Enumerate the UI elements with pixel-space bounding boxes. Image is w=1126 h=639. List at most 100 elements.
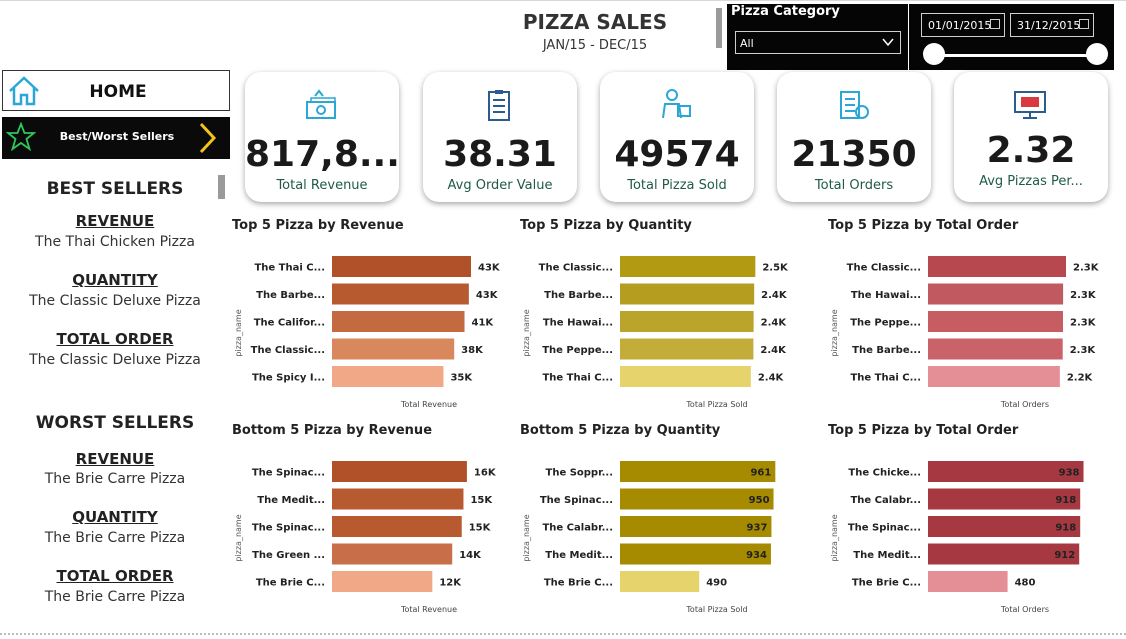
data-label: 938 [1059,468,1080,479]
y-axis-title: pizza_name [234,514,243,561]
category-label: The Barbe... [544,290,613,301]
calendar-icon[interactable] [990,19,1000,29]
chart-bottom5-revenue: pizza_name The Spinac... 16K The Medit... 15… [232,423,522,623]
kpi-value: 49574 [614,134,740,175]
chart-bottom5-quantity: pizza_name The Soppr... 961 The Spinac... 95… [520,423,810,623]
x-axis-title: Total Revenue [400,605,457,614]
data-label: 950 [749,495,770,506]
home-button-label: HOME [89,82,147,102]
category-label: The Brie C... [852,578,921,589]
bar [928,338,1063,360]
y-axis-title: pizza_name [522,309,531,356]
bar [332,543,453,565]
data-label: 480 [1015,578,1036,589]
bar-chart-svg: pizza_name The Spinac... 16K The Medit... 15… [234,461,497,614]
calendar-icon[interactable] [1079,19,1089,29]
kpi-label: Total Pizza Sold [627,178,727,193]
bar [332,571,433,592]
bar [620,311,754,332]
bar [332,283,469,305]
worst-total-order-value: The Brie Carre Pizza [44,589,186,605]
worst-quantity-label: QUANTITY [72,508,158,526]
end-date-value: 31/12/2015 [1017,19,1081,32]
data-label: 912 [1054,550,1075,561]
data-label: 41K [472,318,495,329]
page-subtitle: JAN/15 - DEC/15 [542,38,648,53]
kpi-value: 21350 [791,134,917,175]
category-label: The Barbe... [256,290,325,301]
category-label: The Spinac... [848,523,921,534]
category-label: The Peppe... [850,318,921,329]
order-list-icon [840,91,869,119]
category-label: The Calabr... [850,495,921,506]
bar [928,571,1008,592]
category-label: The Classic... [251,345,325,356]
x-axis-title: Total Orders [1000,605,1049,614]
best-revenue-label: REVENUE [75,212,155,230]
category-label: The Barbe... [852,345,921,356]
kpi-card-total-orders: 21350 Total Orders [777,72,931,202]
best-total-order-value: The Classic Deluxe Pizza [29,352,201,368]
data-label: 918 [1055,495,1076,506]
data-label: 14K [459,550,482,561]
category-label: The Calabr... [542,523,613,534]
end-date-input[interactable]: 31/12/2015 [1010,13,1094,37]
bar-chart-svg: pizza_name The Soppr... 961 The Spinac... 95… [522,461,776,614]
category-label: The Hawai... [543,318,613,329]
x-axis-title: Total Revenue [400,400,457,409]
date-slider-start-handle[interactable] [923,43,945,65]
category-label: The Peppe... [542,345,613,356]
date-slider-end-handle[interactable] [1086,43,1108,65]
chart-title: Top 5 Pizza by Quantity [520,218,692,233]
x-axis-title: Total Pizza Sold [685,400,747,409]
bar [928,311,1063,332]
clipboard-icon [488,90,510,121]
title-scrollbar[interactable] [716,8,722,48]
bar [620,283,755,305]
worst-revenue-value: The Brie Carre Pizza [44,471,186,487]
category-filter-label: Pizza Category [731,4,840,19]
bar [332,311,465,332]
data-label: 937 [747,523,768,534]
bar [928,256,1067,277]
data-label: 2.4K [760,345,787,356]
home-button[interactable]: HOME [2,70,230,111]
x-axis-title: Total Orders [1000,400,1049,409]
chart-bottom5-total-order: pizza_name The Chicke... 938 The Calabr... 9… [828,423,1118,623]
category-label: The Brie C... [544,578,613,589]
chart-title: Top 5 Pizza by Total Order [828,423,1019,438]
kpi-label: Avg Order Value [447,178,553,193]
category-label: The Califor... [254,318,325,329]
delivery-icon [662,89,691,119]
y-axis-title: pizza_name [830,514,839,561]
worst-revenue-label: REVENUE [75,450,155,468]
bar-chart-svg: pizza_name The Chicke... 938 The Calabr... 9… [830,461,1084,614]
page-title: PIZZA SALES [522,10,668,34]
bar-chart-svg: pizza_name The Classic... 2.3K The Hawai...… [830,256,1100,409]
start-date-input[interactable]: 01/01/2015 [921,13,1005,37]
kpi-label: Avg Pizzas Per... [979,174,1083,189]
category-label: The Spicy I... [252,373,325,384]
category-label: The Green ... [252,550,325,561]
category-filter-panel: Pizza Category All [727,4,908,70]
bar-chart-svg: pizza_name The Classic... 2.5K The Barbe...… [522,256,789,409]
kpi-card-total-pizza-sold: 49574 Total Pizza Sold [600,72,754,202]
category-dropdown-value: All [740,37,754,50]
data-label: 2.3K [1070,345,1097,356]
category-label: The Spinac... [252,468,325,479]
chart-title: Bottom 5 Pizza by Revenue [232,423,433,438]
category-label: The Classic... [847,263,921,274]
data-label: 12K [439,578,462,589]
category-label: The Chicke... [848,468,921,479]
x-axis-title: Total Pizza Sold [685,605,747,614]
bar [332,256,471,277]
category-dropdown[interactable]: All [735,31,901,54]
best-worst-sellers-label: Best/Worst Sellers [59,130,175,143]
category-label: The Thai C... [850,373,921,384]
kpi-value: 2.32 [986,130,1076,171]
category-label: The Brie C... [256,578,325,589]
kpi-card-avg-pizzas-per-order: 2.32 Avg Pizzas Per... [954,72,1108,202]
date-slider-track[interactable] [935,54,1097,57]
data-label: 2.3K [1070,318,1097,329]
best-worst-sellers-button[interactable]: Best/Worst Sellers [2,117,230,159]
